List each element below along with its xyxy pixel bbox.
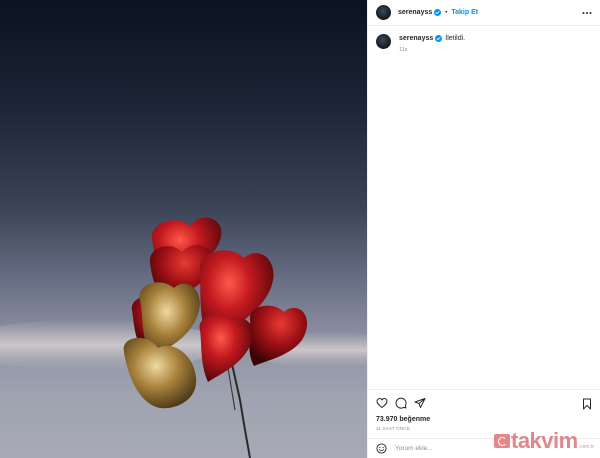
caption-line: serenayss İletildi.: [399, 34, 465, 43]
emoji-icon[interactable]: [376, 443, 387, 454]
balloons-image: [0, 217, 367, 458]
verified-badge-icon: [434, 9, 442, 16]
separator-dot: •: [445, 9, 448, 16]
comment-icon: [395, 397, 407, 409]
likes-label: beğenme: [399, 416, 431, 423]
heart-icon: [376, 397, 388, 409]
caption-body: serenayss İletildi. 11s: [399, 34, 465, 53]
verified-badge-icon: [435, 35, 443, 42]
avatar[interactable]: [376, 5, 391, 20]
caption-avatar[interactable]: [376, 34, 391, 49]
post-sidebar: serenayss • Takip Et serenayss İletildi.…: [367, 0, 600, 458]
bookmark-icon: [583, 398, 591, 410]
comment-button[interactable]: [395, 397, 407, 409]
action-icons: [368, 390, 600, 416]
caption-username[interactable]: serenayss: [399, 34, 433, 43]
caption-text: İletildi.: [445, 35, 466, 42]
share-icon: [414, 398, 426, 408]
likes-count[interactable]: 73.970 beğenme: [376, 416, 430, 423]
watermark-suffix: .com.tr: [578, 444, 594, 450]
takvim-logo-icon: [494, 434, 510, 448]
like-button[interactable]: [376, 397, 388, 409]
action-bar: [368, 389, 600, 416]
likes-number: 73.970: [376, 416, 398, 423]
post-photo[interactable]: [0, 0, 367, 458]
post-timestamp: 11 SAAT ÖNCE: [376, 426, 410, 431]
follow-button[interactable]: Takip Et: [451, 9, 478, 16]
caption-timestamp: 11s: [399, 47, 408, 53]
post-header: serenayss • Takip Et: [368, 0, 600, 26]
watermark-brand: takvim: [511, 428, 578, 453]
takvim-watermark: takvim .com.tr: [494, 428, 594, 454]
post-caption: serenayss İletildi. 11s: [376, 34, 594, 53]
username[interactable]: serenayss: [398, 9, 432, 16]
instagram-post: serenayss • Takip Et serenayss İletildi.…: [0, 0, 600, 458]
save-button[interactable]: [581, 397, 593, 410]
share-button[interactable]: [414, 397, 426, 409]
more-options-icon[interactable]: [582, 8, 592, 18]
